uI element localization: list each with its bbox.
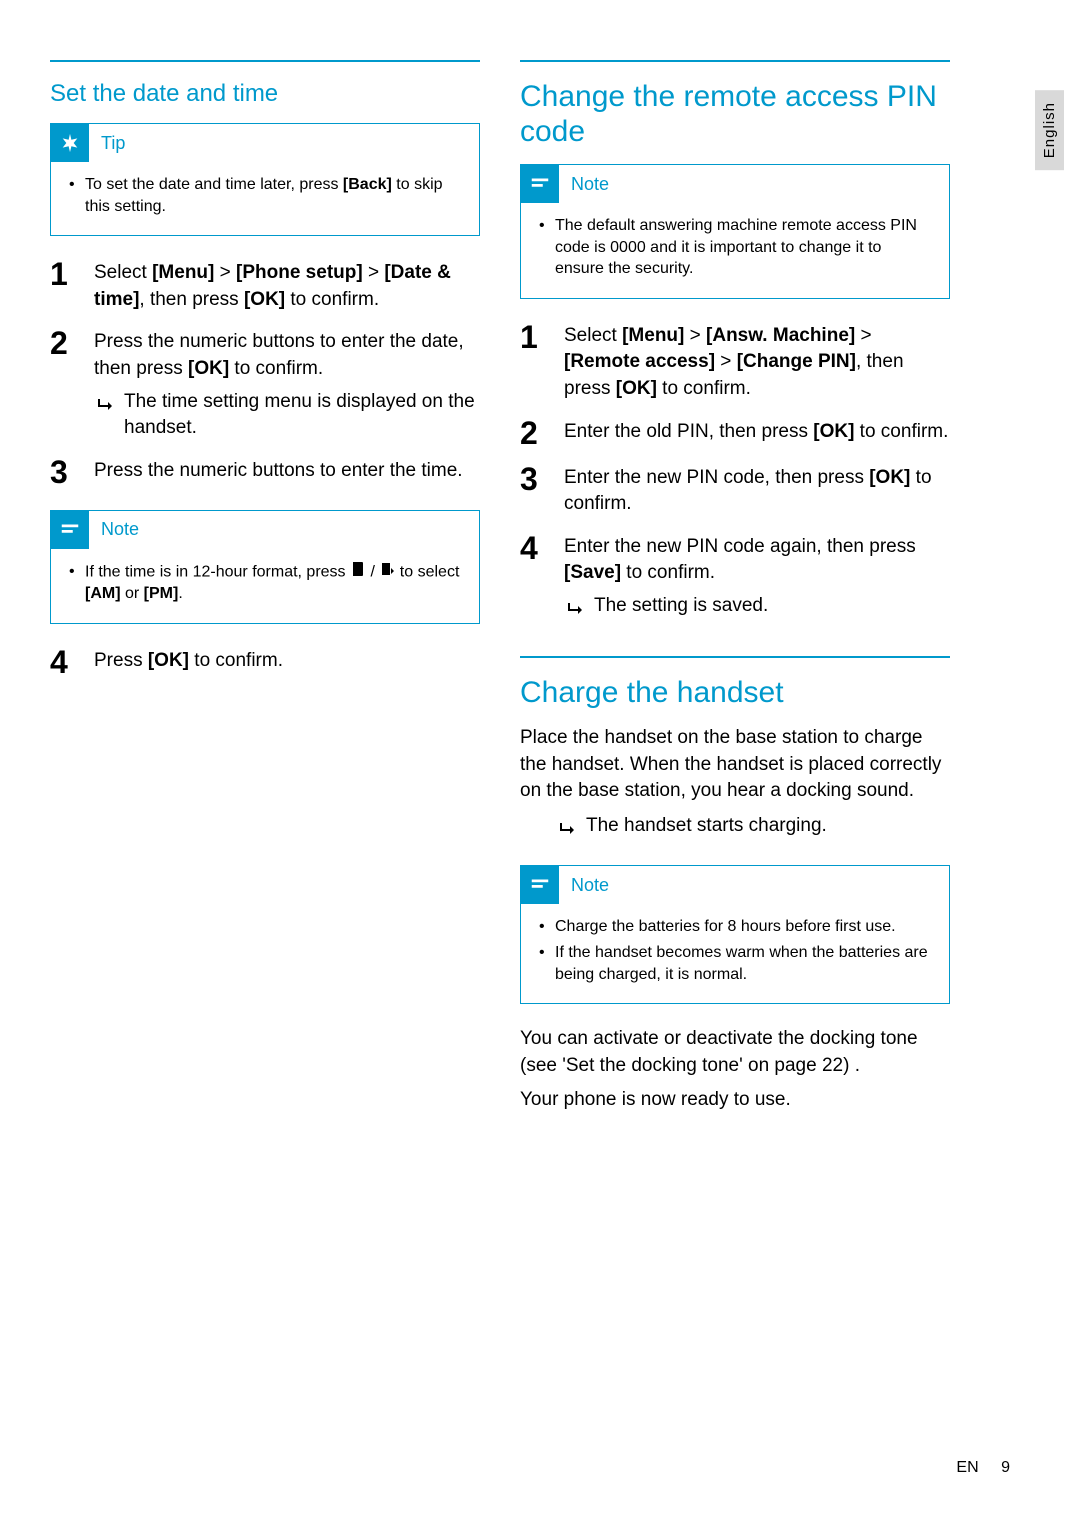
note-icon [521,866,559,904]
heading-change-pin: Change the remote access PIN code [520,80,950,149]
note-label: Note [89,519,139,540]
step-1: 1 Select [Menu] > [Phone setup] > [Date … [50,258,480,313]
step-3: 3 Press the numeric buttons to enter the… [50,456,480,488]
step-number: 1 [50,258,94,313]
note-box: Note The default answering machine remot… [520,164,950,299]
redial-icon [379,561,395,584]
arrow-right-icon [560,817,576,844]
step-number: 2 [520,417,564,449]
note-box: Note Charge the batteries for 8 hours be… [520,865,950,1004]
note-item: The default answering machine remote acc… [539,215,931,280]
page-footer: EN 9 [956,1459,1010,1477]
tip-item: To set the date and time later, press [B… [69,174,461,217]
step-2: 2 Press the numeric buttons to enter the… [50,327,480,441]
footer-lang: EN [956,1459,978,1476]
arrow-right-icon [568,597,584,624]
step-number: 4 [520,532,564,624]
note-item: If the time is in 12-hour format, press … [69,561,461,605]
note-label: Note [559,174,609,195]
step-sub-text: The time setting menu is displayed on th… [124,389,480,442]
step-4: 4 Press [OK] to confirm. [50,646,480,678]
step-number: 1 [520,321,564,403]
step-3: 3 Enter the new PIN code, then press [OK… [520,463,950,518]
step-number: 2 [50,327,94,441]
ready-paragraph: Your phone is now ready to use. [520,1087,950,1114]
note-box: Note If the time is in 12-hour format, p… [50,510,480,624]
left-column: Set the date and time Tip To set the dat… [50,60,480,1122]
phonebook-icon [350,561,366,584]
steps-list-right: 1 Select [Menu] > [Answ. Machine] > [Rem… [520,321,950,624]
charge-sub-text: The handset starts charging. [586,813,827,844]
note-icon [51,511,89,549]
footer-page-number: 9 [1001,1459,1010,1476]
asterisk-icon [51,124,89,162]
charge-paragraph: Place the handset on the base station to… [520,725,950,805]
language-tab: English [1035,90,1064,170]
note-item: If the handset becomes warm when the bat… [539,942,931,985]
step-1: 1 Select [Menu] > [Answ. Machine] > [Rem… [520,321,950,403]
steps-list: 1 Select [Menu] > [Phone setup] > [Date … [50,258,480,488]
step-number: 4 [50,646,94,678]
heading-set-date-time: Set the date and time [50,80,480,108]
docking-tone-paragraph: You can activate or deactivate the docki… [520,1026,950,1079]
page-content: Set the date and time Tip To set the dat… [50,60,1030,1122]
heading-charge-handset: Charge the handset [520,676,950,711]
note-label: Note [559,875,609,896]
right-column: Change the remote access PIN code Note T… [520,60,950,1122]
tip-box: Tip To set the date and time later, pres… [50,123,480,236]
step-2: 2 Enter the old PIN, then press [OK] to … [520,417,950,449]
step-sub-text: The setting is saved. [594,593,768,624]
arrow-right-icon [98,393,114,442]
step-number: 3 [50,456,94,488]
note-item: Charge the batteries for 8 hours before … [539,916,931,938]
tip-label: Tip [89,133,125,154]
step-4: 4 Enter the new PIN code again, then pre… [520,532,950,624]
step-number: 3 [520,463,564,518]
note-icon [521,165,559,203]
